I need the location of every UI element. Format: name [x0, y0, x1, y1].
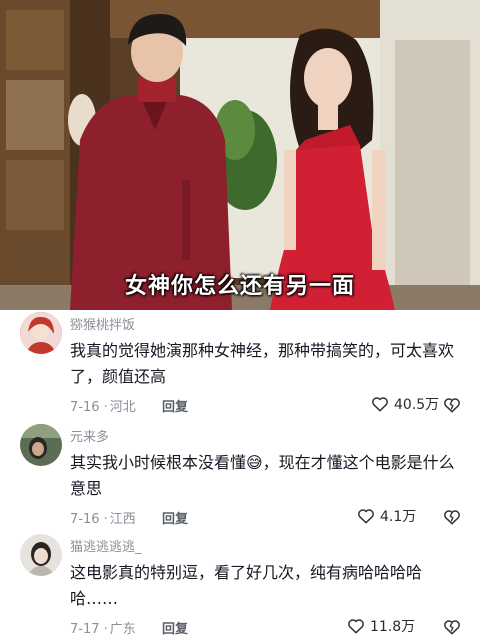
heart-outline-icon — [372, 397, 388, 412]
comment-date: 7-16 — [70, 400, 100, 415]
comment-username[interactable]: 猫逃逃逃逃_ — [70, 536, 142, 555]
comment-separator: · — [103, 622, 108, 637]
comment-separator: · — [103, 512, 108, 527]
like-button[interactable]: 40.5万 — [370, 394, 439, 414]
broken-heart-icon[interactable] — [442, 507, 462, 527]
comment-date: 7-16 — [70, 512, 100, 527]
comment-text: 这电影真的特别逗，看了好几次，纯有病哈哈哈哈哈…… — [70, 563, 423, 608]
video-scene-image — [0, 0, 480, 310]
avatar[interactable] — [20, 312, 62, 354]
video-subtitle: 女神你怎么还有另一面 — [124, 274, 355, 299]
reply-button[interactable]: 回复 — [162, 508, 188, 527]
like-count: 4.1万 — [380, 509, 417, 525]
video-frame[interactable]: 女神你怎么还有另一面 — [0, 0, 480, 310]
heart-outline-icon — [348, 619, 364, 634]
comment-text: 我真的觉得她演那种女神经，那种带搞笑的，可太喜欢了，颜值还高 — [70, 341, 455, 386]
reply-button[interactable]: 回复 — [162, 396, 188, 415]
avatar-image — [20, 424, 62, 466]
comment-username[interactable]: 元来多 — [70, 426, 109, 445]
like-count: 40.5万 — [394, 397, 440, 413]
like-count: 11.8万 — [370, 619, 416, 635]
comment-separator: · — [103, 400, 108, 415]
broken-heart-icon[interactable] — [442, 395, 462, 415]
avatar[interactable] — [20, 424, 62, 466]
reply-button[interactable]: 回复 — [162, 618, 188, 637]
avatar-image — [20, 312, 62, 354]
heart-outline-icon — [358, 509, 374, 524]
comment-location: 广东 — [109, 622, 136, 637]
comment-location: 河北 — [109, 400, 136, 415]
avatar[interactable] — [20, 534, 62, 576]
comment-date: 7-17 — [70, 622, 100, 637]
broken-heart-icon[interactable] — [442, 617, 462, 637]
comment-location: 江西 — [109, 512, 136, 527]
comment-list: 猕猴桃拌饭 我真的觉得她演那种女神经，那种带搞笑的，可太喜欢了，颜值还高 7-1… — [0, 310, 480, 640]
like-button[interactable]: 11.8万 — [346, 616, 415, 636]
comment-username[interactable]: 猕猴桃拌饭 — [70, 314, 135, 333]
comment-meta: 7-16 · 河北 — [70, 396, 136, 415]
like-button[interactable]: 4.1万 — [356, 506, 416, 526]
avatar-image — [20, 534, 62, 576]
comment-meta: 7-16 · 江西 — [70, 508, 136, 527]
comment-text: 其实我小时候根本没看懂😅，现在才懂这个电影是什么意思 — [70, 453, 455, 498]
comment-meta: 7-17 · 广东 — [70, 618, 136, 637]
